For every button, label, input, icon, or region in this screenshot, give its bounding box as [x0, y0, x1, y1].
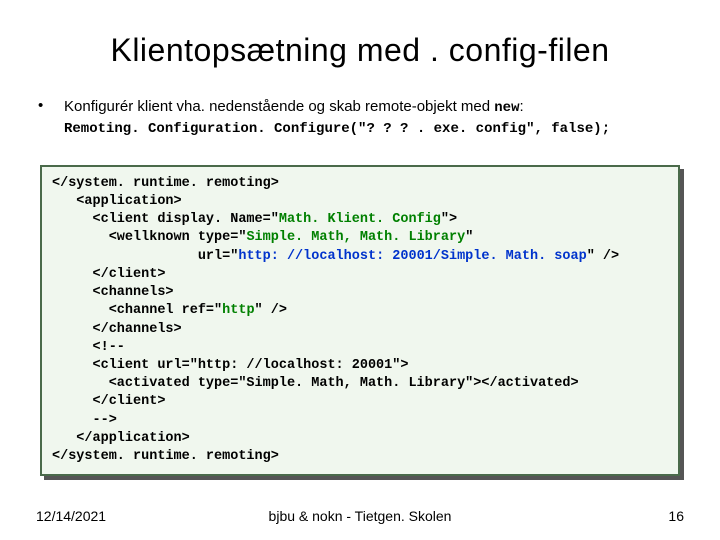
bullet-item: • Konfigurér klient vha. nedenstående og… [36, 97, 684, 139]
bullet-trail: : [519, 98, 523, 115]
xml-line: <!-- [52, 340, 125, 355]
xml-line: <activated type="Simple. Math, Math. Lib… [52, 376, 579, 391]
xml-line: " [465, 230, 473, 245]
xml-line: <channels> [52, 285, 174, 300]
xml-line: <client display. Name=" [52, 212, 279, 227]
xml-attr-type: Simple. Math, Math. Library [246, 230, 465, 245]
xml-line: --> [52, 413, 117, 428]
xml-line: </system. runtime. remoting> [52, 176, 279, 191]
xml-line: url=" [52, 249, 238, 264]
xml-line: </client> [52, 267, 165, 282]
xml-attr-ref: http [222, 303, 254, 318]
bullet-lead: Konfigurér klient vha. nedenstående og s… [64, 98, 494, 115]
xml-line: " /> [255, 303, 287, 318]
xml-line: </client> [52, 394, 165, 409]
xml-line: </system. runtime. remoting> [52, 449, 279, 464]
xml-line: </channels> [52, 322, 182, 337]
bullet-code-line: Remoting. Configuration. Configure("? ? … [64, 120, 684, 139]
slide-footer: 12/14/2021 bjbu & nokn - Tietgen. Skolen… [36, 508, 684, 524]
xml-line: <application> [52, 194, 182, 209]
xml-attr-url: http: //localhost: 20001/Simple. Math. s… [238, 249, 586, 264]
xml-line: "> [441, 212, 457, 227]
xml-line: <wellknown type=" [52, 230, 246, 245]
xml-attr-displayname: Math. Klient. Config [279, 212, 441, 227]
slide: Klientopsætning med . config-filen • Kon… [0, 0, 720, 540]
xml-line: " /> [587, 249, 619, 264]
bullet-text: Konfigurér klient vha. nedenstående og s… [64, 97, 684, 139]
xml-line: <client url="http: //localhost: 20001"> [52, 358, 408, 373]
footer-center: bjbu & nokn - Tietgen. Skolen [36, 508, 684, 524]
xml-line: </application> [52, 431, 190, 446]
xml-line: <channel ref=" [52, 303, 222, 318]
bullet-new-keyword: new [494, 100, 519, 116]
bullet-marker: • [36, 97, 64, 114]
xml-code-box: </system. runtime. remoting> <applicatio… [40, 165, 680, 477]
slide-title: Klientopsætning med . config-filen [36, 32, 684, 69]
